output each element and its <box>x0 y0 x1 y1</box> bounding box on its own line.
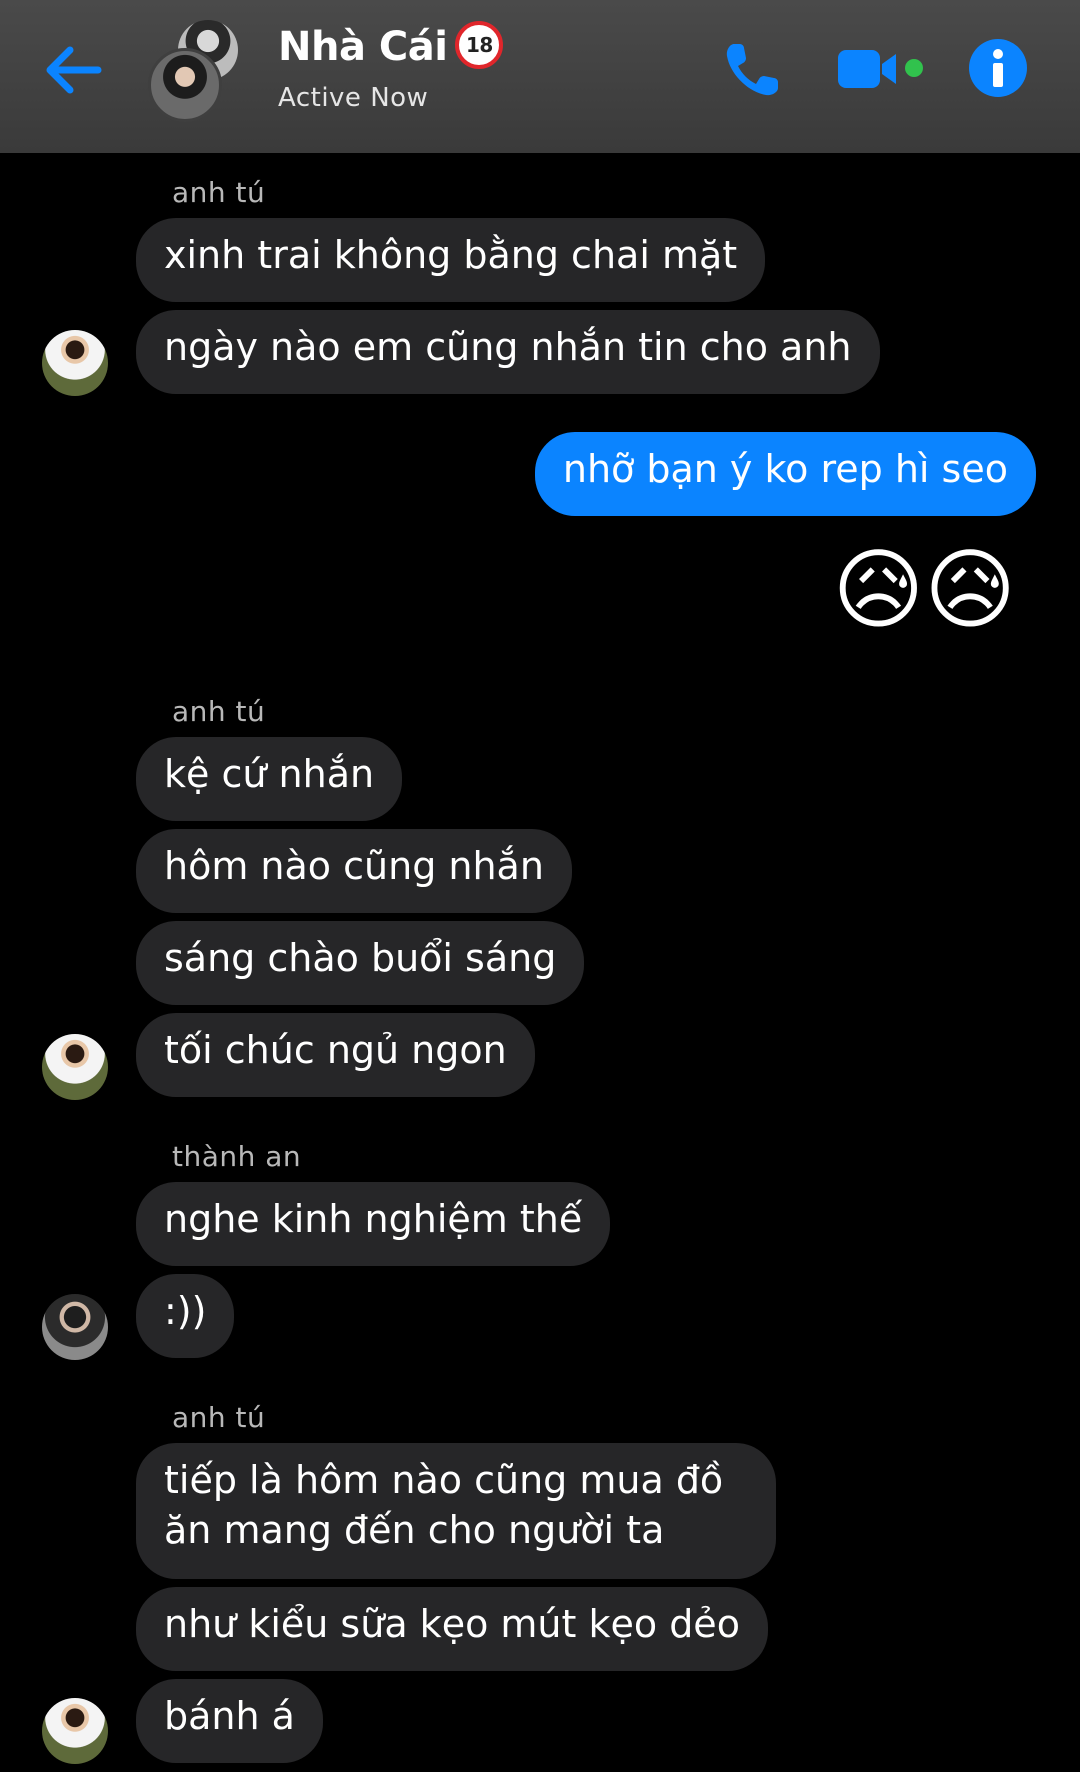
chat-header: Nhà Cái 18 Active Now <box>0 0 1080 153</box>
sender-name: thành an <box>172 1140 302 1173</box>
avatar[interactable] <box>42 1034 108 1100</box>
video-camera-icon <box>838 50 923 88</box>
received-message[interactable]: tiếp là hôm nào cũng mua đồ ăn mang đến … <box>136 1443 776 1579</box>
back-arrow-icon <box>46 46 102 94</box>
info-button[interactable] <box>968 38 1028 98</box>
received-message[interactable]: sáng chào buổi sáng <box>136 921 585 1005</box>
avatar[interactable] <box>42 1698 108 1764</box>
received-message[interactable]: bánh á <box>136 1679 323 1763</box>
received-message[interactable]: ngày nào em cũng nhắn tin cho anh <box>136 310 880 394</box>
received-message[interactable]: xinh trai không bằng chai mặt <box>136 218 766 302</box>
chat-title: Nhà Cái 18 <box>278 21 504 73</box>
received-message[interactable]: nghe kinh nghiệm thế <box>136 1182 611 1266</box>
info-icon <box>969 39 1027 97</box>
received-message[interactable]: kệ cứ nhắn <box>136 737 403 821</box>
sender-name: anh tú <box>172 695 266 728</box>
voice-call-button[interactable] <box>720 38 784 102</box>
sad-relieved-face-emoji[interactable]: 😥😥 <box>833 540 1016 640</box>
received-message[interactable]: :)) <box>136 1274 235 1358</box>
back-button[interactable] <box>40 38 110 102</box>
phone-icon <box>726 44 778 96</box>
avatar[interactable] <box>42 1294 108 1360</box>
active-status: Active Now <box>278 83 429 113</box>
chat-title-text: Nhà Cái <box>278 24 448 70</box>
avatar[interactable] <box>42 330 108 396</box>
group-avatar[interactable] <box>148 20 248 122</box>
group-avatar-member <box>148 48 222 122</box>
video-call-button[interactable] <box>836 46 928 94</box>
sender-name: anh tú <box>172 1401 266 1434</box>
sender-name: anh tú <box>172 176 266 209</box>
chat-title-block[interactable]: Nhà Cái 18 Active Now <box>278 21 504 113</box>
received-message[interactable]: như kiểu sữa kẹo mút kẹo dẻo <box>136 1587 768 1671</box>
received-message[interactable]: tối chúc ngủ ngon <box>136 1013 535 1097</box>
age-restriction-18-icon: 18 <box>455 21 504 69</box>
sent-message[interactable]: nhỡ bạn ý ko rep hì seo <box>534 432 1036 516</box>
received-message[interactable]: hôm nào cũng nhắn <box>136 829 572 913</box>
